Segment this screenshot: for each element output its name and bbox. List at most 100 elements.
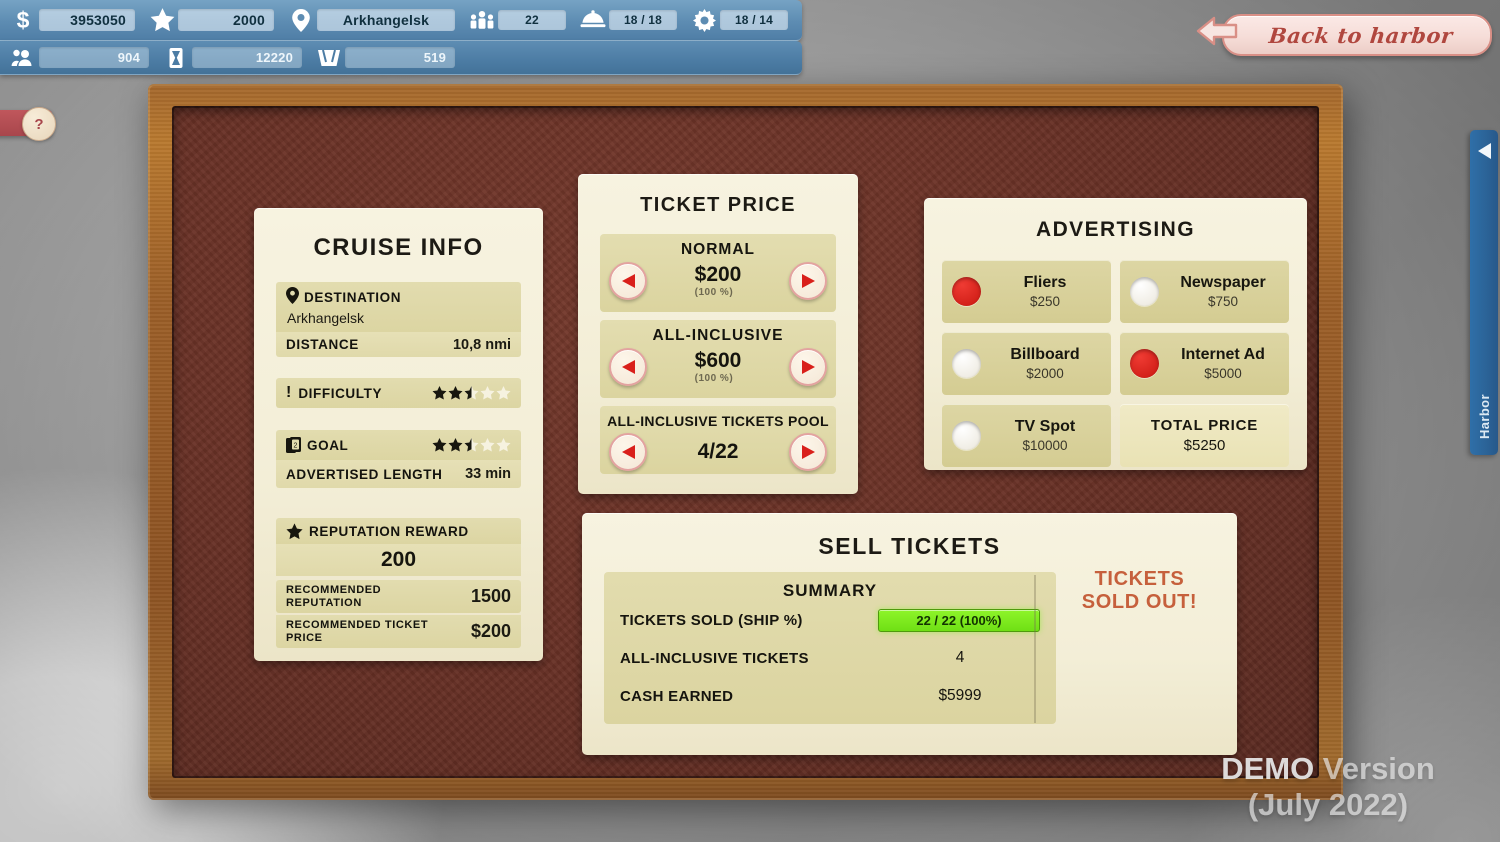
- sell-tickets-summary: SUMMARY TICKETS SOLD (SHIP %) 22 / 22 (1…: [604, 572, 1056, 724]
- hud-money-value: 3953050: [39, 9, 135, 31]
- advertising-option-tv-spot[interactable]: TV Spot $10000: [942, 404, 1111, 467]
- goal-row: 2 GOAL: [276, 430, 521, 460]
- hud-food-value: 18 / 18: [609, 10, 677, 30]
- summary-title: SUMMARY: [782, 581, 878, 600]
- ticket-normal-increase-button[interactable]: [789, 262, 827, 300]
- advertised-length-row: ADVERTISED LENGTH 33 min: [276, 460, 521, 488]
- cruise-info-title: CRUISE INFO: [313, 234, 484, 261]
- summary-row-all-inclusive: ALL-INCLUSIVE TICKETS 4: [620, 639, 1040, 677]
- ticket-pool-increase-button[interactable]: [789, 433, 827, 471]
- advertising-option-price: $10000: [1022, 438, 1068, 453]
- sold-out-line-2: SOLD OUT!: [1081, 591, 1198, 613]
- svg-text:$: $: [17, 8, 30, 32]
- sell-tickets-panel: SELL TICKETS SUMMARY TICKETS SOLD (SHIP …: [582, 513, 1237, 755]
- summary-value: 4: [955, 649, 965, 666]
- ticket-normal-decrease-button[interactable]: [609, 262, 647, 300]
- recommended-ticket-price-value: $200: [470, 621, 511, 641]
- advertising-title: ADVERTISING: [1036, 218, 1195, 241]
- advertising-option-fliers[interactable]: Fliers $250: [942, 260, 1111, 323]
- hud-crew: 904: [10, 45, 149, 71]
- ticket-price-row-pool: ALL-INCLUSIVE TICKETS POOL 4/22: [600, 406, 836, 474]
- passengers-icon: [469, 7, 495, 33]
- ticket-allinclusive-percent: (100 %): [694, 372, 734, 384]
- summary-label: TICKETS SOLD (SHIP %): [620, 611, 803, 629]
- advertising-total-price: TOTAL PRICE $5250: [1120, 404, 1289, 467]
- advertising-option-newspaper[interactable]: Newspaper $750: [1120, 260, 1289, 323]
- tickets-sold-badge: 22 / 22 (100%): [878, 608, 1040, 632]
- hud-fuel: 12220: [163, 45, 302, 71]
- summary-label: CASH EARNED: [620, 687, 734, 705]
- advertising-option-internet-ad[interactable]: Internet Ad $5000: [1120, 332, 1289, 395]
- back-to-harbor-label: Back to harbor: [1267, 22, 1455, 48]
- harbor-tab-label: Harbor: [1476, 393, 1492, 439]
- advertising-options-grid: Fliers $250 Newspaper $750 Billboard $20…: [942, 260, 1289, 467]
- food-cloche-icon: [580, 7, 606, 33]
- radio-icon[interactable]: [952, 277, 981, 306]
- hud-maintenance-value: 18 / 14: [720, 10, 788, 30]
- radio-icon[interactable]: [952, 349, 981, 378]
- reputation-reward-label: REPUTATION REWARD: [309, 523, 469, 539]
- destination-group: DESTINATION Arkhangelsk DISTANCE 10,8 nm…: [276, 282, 521, 357]
- basket-icon: [316, 45, 342, 71]
- ticket-price-row-all-inclusive: ALL-INCLUSIVE $600 (100 %): [600, 320, 836, 398]
- gear-icon: [691, 7, 717, 33]
- back-to-harbor-button[interactable]: Back to harbor: [1194, 14, 1492, 56]
- hud-location-value: Arkhangelsk: [317, 9, 455, 31]
- advertising-option-label: Newspaper: [1180, 274, 1266, 291]
- hud-crew-value: 904: [39, 47, 149, 68]
- back-to-harbor-pill[interactable]: Back to harbor: [1222, 14, 1492, 56]
- ticket-pool-decrease-button[interactable]: [609, 433, 647, 471]
- crew-icon: [10, 45, 36, 71]
- advertised-length-value: 33 min: [465, 466, 511, 482]
- tickets-sold-out-message: TICKETS SOLD OUT!: [1052, 568, 1227, 614]
- hud-money: $ 3953050: [10, 7, 135, 33]
- watermark-date: (July 2022): [1247, 787, 1409, 823]
- destination-row: DESTINATION Arkhangelsk: [276, 282, 521, 332]
- clipboard-icon: 2: [286, 436, 301, 454]
- advertising-option-price: $750: [1207, 294, 1239, 309]
- sold-out-line-1: TICKETS: [1094, 568, 1185, 590]
- advertising-option-label: Internet Ad: [1181, 346, 1265, 363]
- hud-maintenance: 18 / 14: [691, 7, 788, 33]
- hud-row-primary: $ 3953050 2000 Arkhangelsk 22 18 / 18 18…: [0, 0, 802, 41]
- difficulty-group: ! DIFFICULTY: [276, 378, 521, 408]
- ticket-allinclusive-decrease-button[interactable]: [609, 348, 647, 386]
- hud-reputation: 2000: [149, 7, 274, 33]
- help-question-icon[interactable]: ?: [22, 107, 56, 141]
- watermark-demo: DEMO: [1221, 750, 1315, 786]
- ticket-allinclusive-increase-button[interactable]: [789, 348, 827, 386]
- ticket-normal-label: NORMAL: [680, 241, 756, 258]
- goal-label: GOAL: [307, 437, 349, 453]
- hud-row-secondary: 904 12220 519: [0, 41, 802, 75]
- distance-row: DISTANCE 10,8 nmi: [276, 332, 521, 357]
- ticket-pool-label: ALL-INCLUSIVE TICKETS POOL: [607, 413, 829, 429]
- radio-icon[interactable]: [1130, 277, 1159, 306]
- goal-group: 2 GOAL ADVERTISED LENGTH 33 min: [276, 430, 521, 488]
- distance-label: DISTANCE: [286, 337, 359, 352]
- recommended-reputation-value: 1500: [470, 586, 511, 606]
- hud-reputation-value: 2000: [178, 9, 274, 31]
- svg-text:2: 2: [294, 442, 298, 449]
- reputation-reward-group: REPUTATION REWARD 200 RECOMMENDED REPUTA…: [276, 518, 521, 648]
- recommended-reputation-label: RECOMMENDED REPUTATION: [286, 583, 382, 609]
- radio-icon[interactable]: [952, 421, 981, 450]
- harbor-side-tab[interactable]: Harbor: [1470, 130, 1498, 455]
- difficulty-stars: [432, 386, 511, 400]
- hud-passengers: 22: [469, 7, 566, 33]
- summary-value: $5999: [938, 687, 982, 704]
- ticket-normal-value: $200: [694, 263, 742, 287]
- reputation-reward-value: 200: [380, 548, 417, 571]
- difficulty-row: ! DIFFICULTY: [276, 378, 521, 408]
- ticket-normal-percent: (100 %): [694, 286, 734, 298]
- advertising-option-label: Fliers: [1023, 274, 1067, 291]
- summary-row-cash-earned: CASH EARNED $5999: [620, 677, 1040, 715]
- distance-value: 10,8 nmi: [452, 336, 511, 353]
- radio-icon[interactable]: [1130, 349, 1159, 378]
- star-icon: [149, 7, 175, 33]
- hud-passengers-value: 22: [498, 10, 566, 30]
- chevron-left-icon[interactable]: [1476, 142, 1493, 165]
- advertising-option-price: $2000: [1026, 366, 1064, 381]
- help-tab[interactable]: ?: [0, 107, 56, 141]
- ticket-price-row-normal: NORMAL $200 (100 %): [600, 234, 836, 312]
- advertising-option-billboard[interactable]: Billboard $2000: [942, 332, 1111, 395]
